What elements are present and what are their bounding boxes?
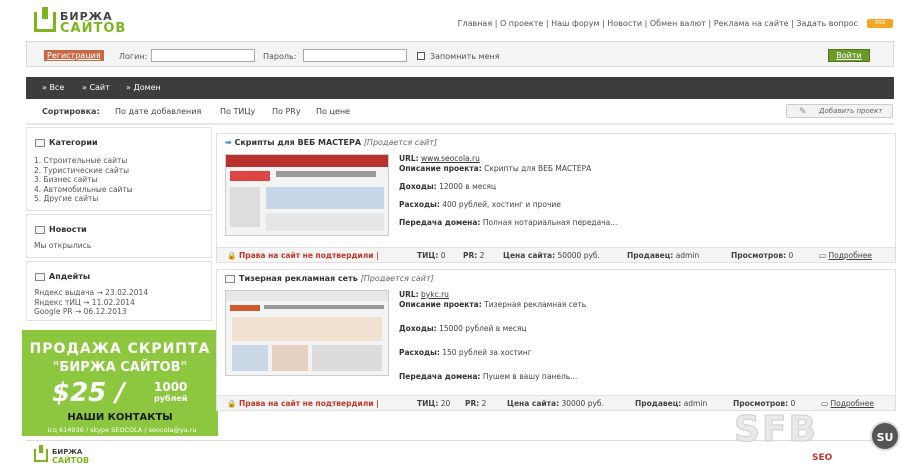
blank-icon: [225, 274, 235, 283]
category-domain[interactable]: » Домен: [126, 83, 161, 92]
listing-info: URL: bykc.ru Описание проекта: Тизерная …: [399, 290, 587, 381]
login-bar: Регистрация Логин: Пароль: Запомнить мен…: [26, 41, 894, 67]
site-header: БИРЖА САЙТОВ Главная | О проекте | Наш ф…: [0, 0, 920, 40]
update-item: Google PR → 06.12.2013: [34, 307, 127, 316]
sort-label: Сортировка:: [42, 107, 100, 116]
promo-price-rub: 1000 рублей: [154, 380, 188, 403]
login-label: Логин:: [119, 52, 148, 61]
nav-exchange[interactable]: Обмен валют: [650, 19, 706, 28]
nav-home[interactable]: Главная: [458, 19, 493, 28]
category-all[interactable]: » Все: [42, 83, 64, 92]
divider: [26, 123, 894, 125]
promo-price: $25 /: [52, 378, 125, 408]
login-input[interactable]: [151, 49, 255, 62]
nav-ask-question[interactable]: Задать вопрос: [796, 19, 858, 28]
update-item: Яндекс тИЦ → 11.02.2014: [34, 297, 135, 307]
listing-footer: 🔒 Права на сайт не подтвердили | ТИЦ: 0 …: [217, 247, 895, 262]
rights-warning: 🔒 Права на сайт не подтвердили |: [227, 399, 379, 408]
more-link[interactable]: ▭ Подробнее: [819, 251, 872, 260]
register-button[interactable]: Регистрация: [44, 50, 104, 61]
rss-icon[interactable]: RSS: [867, 19, 893, 28]
promo-line2: "БИРЖА САЙТОВ": [52, 360, 188, 375]
news-box: Новости Мы открылись: [26, 214, 212, 258]
nav-forum[interactable]: Наш форум: [551, 19, 599, 28]
nav-news[interactable]: Новости: [607, 19, 642, 28]
listing-card: ➡ Скрипты для ВЕБ МАСТЕРА [Продается сай…: [216, 133, 896, 263]
sort-by-pr[interactable]: По PRу: [272, 107, 301, 116]
sort-by-price[interactable]: По цене: [316, 107, 350, 116]
watermark-badge: SU: [870, 421, 900, 451]
promo-contacts: icq 614936 / skype SEOCOLA / seocola@ya.…: [47, 426, 197, 434]
category-link[interactable]: 5. Другие сайты: [34, 194, 133, 204]
promo-banner[interactable]: ПРОДАЖА СКРИПТА "БИРЖА САЙТОВ" $25 / 100…: [22, 330, 218, 436]
password-label: Пароль:: [263, 52, 297, 61]
logo-mark-icon: [34, 445, 48, 462]
lock-icon: 🔒: [227, 251, 237, 260]
updates-box: Апдейты Яндекс выдача → 23.02.2014 Яндек…: [26, 261, 212, 321]
category-link[interactable]: 2. Туристические сайты: [34, 166, 133, 176]
listing-card: Тизерная рекламная сеть [Продается сайт]…: [216, 269, 896, 411]
login-button[interactable]: Войти: [828, 49, 870, 62]
details-icon: ▭: [819, 251, 827, 260]
top-navigation: Главная | О проекте | Наш форум | Новост…: [457, 19, 858, 28]
remember-checkbox[interactable]: [417, 52, 425, 60]
listing-title[interactable]: Тизерная рекламная сеть [Продается сайт]: [225, 274, 434, 283]
listing-thumbnail[interactable]: [225, 154, 389, 236]
watermark: SFB SU SEO: [734, 405, 920, 470]
nav-about[interactable]: О проекте: [500, 19, 543, 28]
categories-list: 1. Строительные сайты 2. Туристические с…: [34, 156, 133, 204]
categories-box: Категории 1. Строительные сайты 2. Турис…: [26, 127, 212, 211]
category-bar: » Все » Сайт » Домен: [26, 77, 894, 99]
lock-icon: 🔒: [227, 399, 237, 408]
listing-url[interactable]: www.seocola.ru: [421, 154, 480, 163]
listing-thumbnail[interactable]: [225, 290, 389, 376]
nav-advertising[interactable]: Реклама на сайте: [714, 19, 789, 28]
category-site[interactable]: » Сайт: [82, 83, 110, 92]
sort-by-tic[interactable]: По ТИЦу: [220, 107, 255, 116]
add-project-button[interactable]: ✎ Добавить проект: [786, 104, 893, 118]
category-link[interactable]: 3. Бизнес сайты: [34, 175, 133, 185]
news-icon: [35, 225, 45, 234]
category-link[interactable]: 4. Автомобильные сайты: [34, 185, 133, 195]
arrow-icon: ➡: [225, 138, 232, 147]
listing-info: URL: www.seocola.ru Описание проекта: Ск…: [399, 154, 618, 227]
sort-by-date[interactable]: По дате добавления: [115, 107, 201, 116]
categories-heading: Категории: [35, 138, 98, 147]
pencil-icon: ✎: [799, 107, 807, 117]
promo-contacts-title: НАШИ КОНТАКТЫ: [67, 412, 173, 423]
remember-label: Запомнить меня: [430, 52, 500, 61]
updates-heading: Апдейты: [35, 272, 90, 281]
category-link[interactable]: 1. Строительные сайты: [34, 156, 133, 166]
listing-title[interactable]: ➡ Скрипты для ВЕБ МАСТЕРА [Продается сай…: [225, 138, 437, 147]
calendar-icon: [35, 272, 45, 281]
password-input[interactable]: [303, 49, 407, 62]
promo-line1: ПРОДАЖА СКРИПТА: [29, 341, 211, 357]
news-heading: Новости: [35, 225, 87, 234]
updates-list: Яндекс выдача → 23.02.2014 Яндекс тИЦ → …: [34, 288, 148, 317]
rights-warning: 🔒 Права на сайт не подтвердили |: [227, 251, 379, 260]
sort-bar: Сортировка: По дате добавления По ТИЦу П…: [26, 99, 894, 123]
calendar-icon: [35, 138, 45, 147]
news-item[interactable]: Мы открылись: [34, 241, 91, 251]
add-project-label: Добавить проект: [819, 107, 883, 115]
update-item: Яндекс выдача → 23.02.2014: [34, 288, 149, 297]
listing-url[interactable]: bykc.ru: [421, 290, 449, 299]
